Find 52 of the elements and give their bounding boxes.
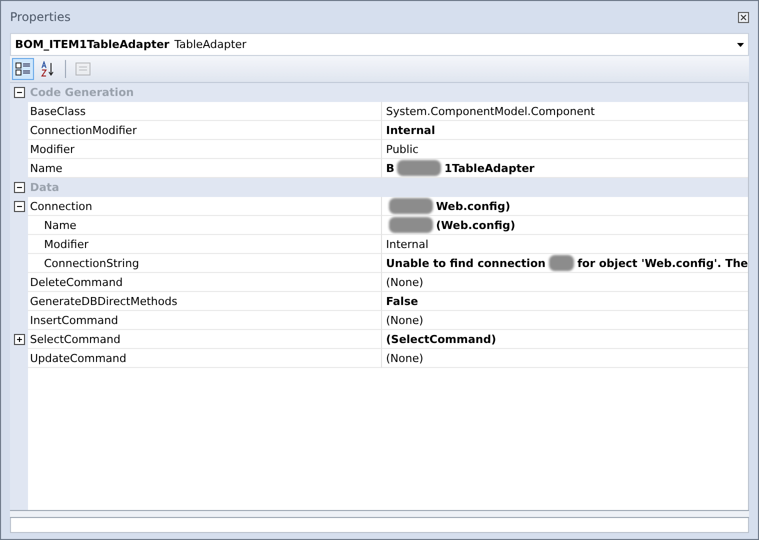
property-value: 1TableAdapter [444, 162, 534, 174]
property-value: Internal [386, 238, 428, 250]
property-value: Internal [386, 124, 436, 136]
collapse-toggle[interactable] [14, 182, 24, 193]
property-value: Web.config) [436, 200, 510, 212]
minus-icon [16, 89, 22, 96]
property-value: (None) [386, 276, 424, 288]
property-value: (Web.config) [436, 218, 516, 232]
property-value: False [386, 294, 418, 308]
redaction-smudge [389, 198, 433, 214]
collapse-toggle[interactable] [14, 201, 24, 212]
categorized-button[interactable] [12, 58, 34, 80]
plus-icon [16, 336, 22, 343]
property-name[interactable]: BaseClass [28, 102, 382, 121]
property-pages-icon [75, 62, 91, 76]
property-name[interactable]: Modifier [28, 235, 382, 254]
property-value: (None) [386, 352, 424, 364]
property-name[interactable]: GenerateDBDirectMethods [28, 292, 382, 311]
collapse-toggle[interactable] [14, 87, 24, 98]
close-icon [740, 14, 747, 20]
close-button[interactable] [738, 12, 749, 22]
object-type: TableAdapter [174, 38, 246, 51]
object-selector[interactable]: BOM_ITEM1TableAdapter TableAdapter [10, 33, 749, 56]
property-name[interactable]: DeleteCommand [28, 273, 382, 292]
property-name[interactable]: Modifier [28, 140, 382, 159]
property-value: (SelectCommand) [386, 332, 496, 346]
property-name[interactable]: UpdateCommand [28, 349, 382, 368]
redaction-smudge [397, 160, 442, 176]
property-value: B [386, 162, 394, 174]
property-name[interactable]: ConnectionString [28, 254, 382, 273]
sort-az-icon [40, 61, 56, 77]
categorized-icon [15, 61, 31, 77]
object-name: BOM_ITEM1TableAdapter [15, 38, 170, 51]
expand-toggle[interactable] [14, 334, 24, 345]
property-value: Public [386, 142, 419, 156]
category-label: Data [29, 180, 60, 196]
minus-icon [16, 203, 22, 210]
redaction-smudge [389, 217, 433, 233]
property-name[interactable]: SelectCommand [28, 330, 382, 349]
property-name[interactable]: InsertCommand [28, 311, 382, 330]
property-value: System.ComponentModel.Component [386, 104, 595, 118]
property-name[interactable]: Connection [28, 197, 382, 216]
property-value: (None) [386, 314, 424, 326]
category-label: Code Generation [29, 85, 134, 101]
window-title: Properties [10, 10, 71, 24]
property-value: Unable to find connection [386, 256, 546, 270]
property-name[interactable]: Name [28, 216, 382, 235]
minus-icon [16, 184, 22, 191]
property-name[interactable]: ConnectionModifier [28, 121, 382, 140]
redaction-smudge [548, 255, 574, 271]
dropdown-arrow-icon [737, 42, 744, 46]
property-value: for object 'Web.config'. The [577, 256, 748, 270]
